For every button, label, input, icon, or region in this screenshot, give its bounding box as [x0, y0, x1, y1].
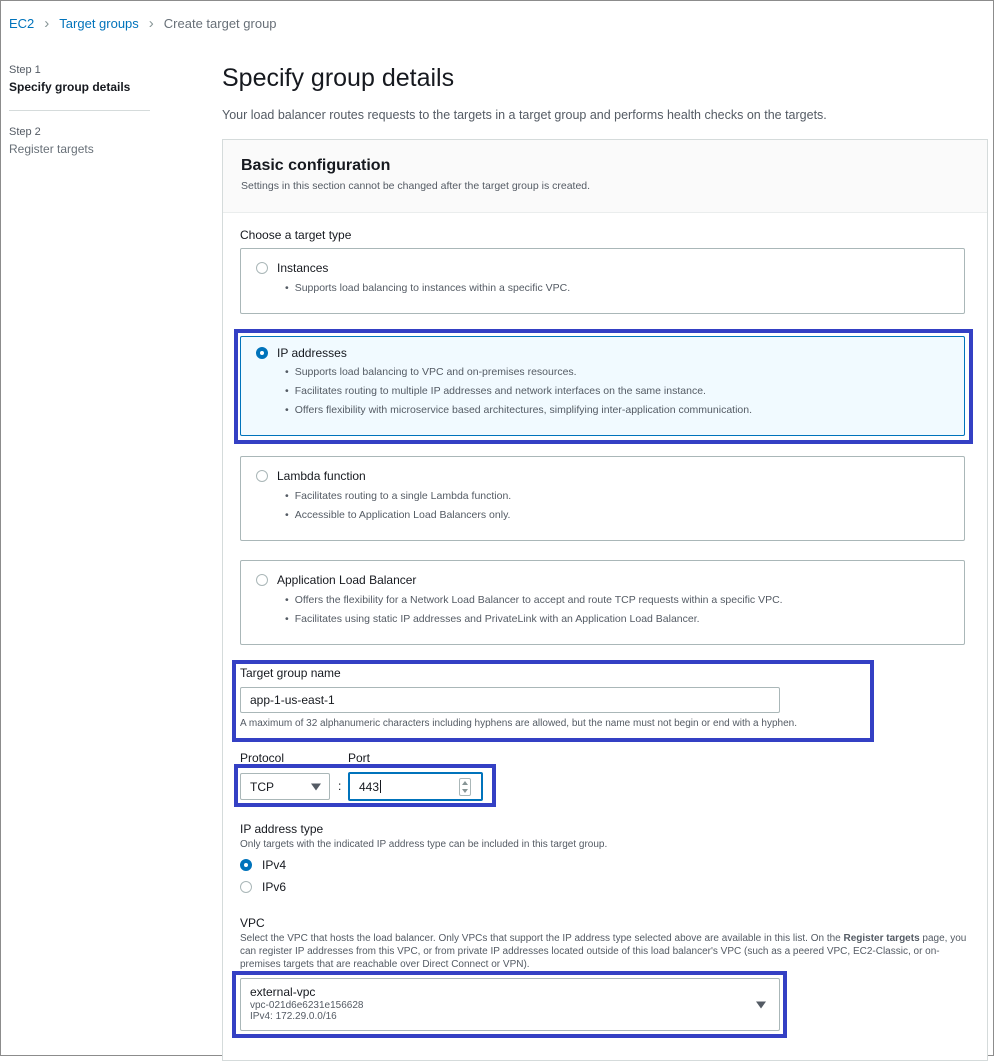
- chevron-right-icon: ›: [148, 15, 154, 32]
- step-2-title[interactable]: Register targets: [9, 142, 150, 156]
- instances-title: Instances: [277, 261, 329, 275]
- protocol-value: TCP: [250, 779, 274, 794]
- ip-address-type-hint: Only targets with the indicated IP addre…: [240, 839, 608, 850]
- target-group-name-hint: A maximum of 32 alphanumeric characters …: [240, 718, 797, 729]
- ipv4-label: IPv4: [262, 858, 287, 872]
- port-value: 443: [359, 779, 380, 794]
- register-targets-text: Register targets: [843, 933, 920, 944]
- list-item: Facilitates routing to multiple IP addre…: [285, 382, 752, 401]
- breadcrumb: EC2 › Target groups › Create target grou…: [9, 16, 277, 31]
- lambda-radio[interactable]: [256, 470, 268, 482]
- protocol-label: Protocol: [240, 751, 285, 765]
- instances-bullets: Supports load balancing to instances wit…: [285, 279, 571, 298]
- target-type-alb-tile[interactable]: Application Load Balancer Offers the fle…: [240, 560, 965, 645]
- step-divider: [9, 110, 150, 111]
- panel-header: Basic configuration Settings in this sec…: [223, 140, 987, 213]
- alb-title: Application Load Balancer: [277, 573, 417, 587]
- target-group-name-input[interactable]: app-1-us-east-1: [240, 687, 780, 713]
- target-type-instances-tile[interactable]: Instances Supports load balancing to ins…: [240, 248, 965, 314]
- lambda-bullets: Facilitates routing to a single Lambda f…: [285, 487, 512, 525]
- target-group-name-value: app-1-us-east-1: [250, 693, 335, 707]
- instances-radio[interactable]: [256, 262, 268, 274]
- list-item: Offers flexibility with microservice bas…: [285, 401, 752, 420]
- breadcrumb-target-groups-link[interactable]: Target groups: [59, 16, 139, 31]
- alb-radio[interactable]: [256, 574, 268, 586]
- vpc-selected-id: vpc-021d6e6231e156628: [250, 1000, 364, 1011]
- ip-address-type-label: IP address type: [240, 822, 324, 836]
- vpc-select[interactable]: external-vpc vpc-021d6e6231e156628 IPv4:…: [240, 978, 780, 1031]
- chevron-right-icon: ›: [44, 15, 50, 32]
- ipv4-radio[interactable]: [240, 859, 252, 871]
- page-description: Your load balancer routes requests to th…: [222, 108, 827, 122]
- target-type-lambda-tile[interactable]: Lambda function Facilitates routing to a…: [240, 456, 965, 541]
- breadcrumb-ec2-link[interactable]: EC2: [9, 16, 34, 31]
- list-item: Supports load balancing to VPC and on-pr…: [285, 363, 752, 382]
- wizard-steps: Step 1 Specify group details Step 2 Regi…: [9, 64, 150, 156]
- vpc-label: VPC: [240, 916, 265, 930]
- step-1-number: Step 1: [9, 64, 41, 76]
- ip-addresses-bullets: Supports load balancing to VPC and on-pr…: [285, 363, 752, 420]
- step-1-title: Specify group details: [9, 80, 131, 94]
- vpc-hint: Select the VPC that hosts the load balan…: [240, 933, 967, 970]
- list-item: Offers the flexibility for a Network Loa…: [285, 591, 783, 610]
- breadcrumb-current: Create target group: [163, 16, 277, 31]
- text-cursor: [380, 780, 382, 793]
- number-spinner-icon[interactable]: [459, 778, 471, 796]
- lambda-title: Lambda function: [277, 469, 366, 483]
- list-item: Supports load balancing to instances wit…: [285, 279, 571, 298]
- port-input[interactable]: 443: [348, 772, 483, 801]
- target-group-name-label: Target group name: [240, 666, 341, 680]
- vpc-selected-name: external-vpc: [250, 985, 316, 999]
- alb-bullets: Offers the flexibility for a Network Loa…: [285, 591, 783, 629]
- ipv6-radio[interactable]: [240, 881, 252, 893]
- panel-title: Basic configuration: [241, 157, 391, 174]
- target-type-ip-addresses-tile[interactable]: IP addresses Supports load balancing to …: [240, 336, 965, 436]
- port-label: Port: [348, 751, 371, 765]
- vpc-selected-cidr: IPv4: 172.29.0.0/16: [250, 1011, 337, 1022]
- target-type-label: Choose a target type: [240, 228, 352, 242]
- page-title: Specify group details: [222, 64, 455, 92]
- step-2-number: Step 2: [9, 126, 41, 138]
- port-separator: :: [338, 779, 342, 793]
- panel-subtitle: Settings in this section cannot be chang…: [241, 180, 591, 192]
- list-item: Facilitates using static IP addresses an…: [285, 610, 783, 629]
- ip-addresses-title: IP addresses: [277, 346, 347, 360]
- chevron-down-icon: [756, 1001, 766, 1008]
- chevron-down-icon: [311, 783, 321, 790]
- ip-addresses-radio[interactable]: [256, 347, 268, 359]
- protocol-select[interactable]: TCP: [240, 773, 330, 800]
- list-item: Facilitates routing to a single Lambda f…: [285, 487, 512, 506]
- ipv6-label: IPv6: [262, 880, 287, 894]
- list-item: Accessible to Application Load Balancers…: [285, 506, 511, 525]
